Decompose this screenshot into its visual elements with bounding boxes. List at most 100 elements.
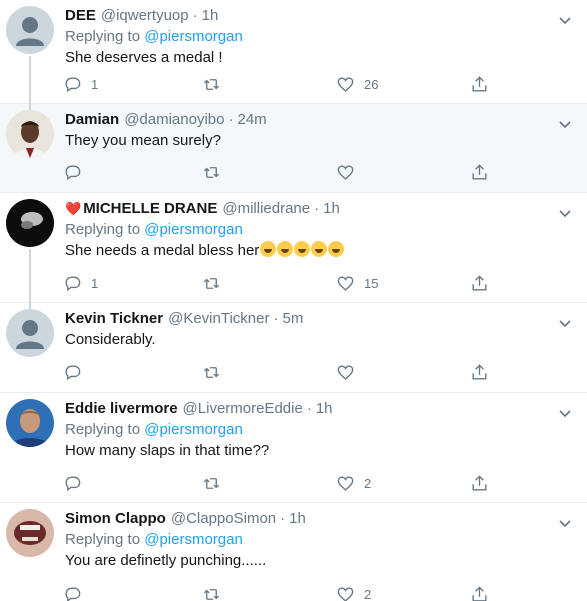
chevron-down-icon[interactable] <box>557 515 573 531</box>
display-name[interactable]: MICHELLE DRANE <box>83 199 217 219</box>
tweet-text: How many slaps in that time?? <box>65 442 270 459</box>
share-icon <box>472 164 487 180</box>
separator-dot: · <box>280 510 286 527</box>
retweet-button[interactable] <box>202 163 230 182</box>
like-button[interactable]: 15 <box>336 274 378 293</box>
reply-icon <box>65 365 81 381</box>
laughing-emoji-row <box>259 241 345 259</box>
display-name[interactable]: Damian <box>65 110 119 130</box>
mention-link[interactable]: @piersmorgan <box>144 421 243 438</box>
retweet-icon <box>203 367 220 378</box>
tweet-text: She deserves a medal ! <box>65 49 223 66</box>
user-handle[interactable]: @ClappoSimon <box>171 509 276 529</box>
name-heart-emoji: ❤️ <box>65 201 82 216</box>
like-button[interactable]: 26 <box>336 75 378 94</box>
share-button[interactable] <box>470 274 489 293</box>
reply-button[interactable] <box>63 363 91 382</box>
reply-button[interactable]: 1 <box>63 274 98 293</box>
like-button[interactable] <box>336 363 364 382</box>
tweet-text: Considerably. <box>65 331 156 348</box>
retweet-button[interactable] <box>202 474 230 493</box>
tweet-michelle[interactable]: ❤️ MICHELLE DRANE @milliedrane · 1h Repl… <box>0 193 587 303</box>
thread-line <box>29 249 31 303</box>
retweet-icon <box>203 79 220 90</box>
user-handle[interactable]: @LivermoreEddie <box>183 399 303 419</box>
tweet-damian[interactable]: Damian @damianoyibo · 24m They you mean … <box>0 104 587 193</box>
avatar-michelle[interactable] <box>6 199 54 247</box>
tweet-eddie[interactable]: Eddie livermore @LivermoreEddie · 1h Rep… <box>0 393 587 503</box>
chevron-down-icon[interactable] <box>557 116 573 132</box>
timestamp[interactable]: 1h <box>316 399 333 419</box>
reply-count: 1 <box>91 77 99 92</box>
avatar-simon[interactable] <box>6 509 54 557</box>
timestamp[interactable]: 24m <box>237 110 266 130</box>
user-handle[interactable]: @iqwertyuop <box>101 6 189 26</box>
retweet-icon <box>203 478 220 489</box>
reply-icon <box>65 587 81 601</box>
tweet-dee[interactable]: DEE @iqwertyuop · 1h Replying to @piersm… <box>0 0 587 104</box>
separator-dot: · <box>306 400 312 417</box>
chevron-down-icon[interactable] <box>557 315 573 331</box>
display-name[interactable]: Eddie livermore <box>65 399 178 419</box>
share-button[interactable] <box>470 585 489 601</box>
share-button[interactable] <box>470 75 489 94</box>
retweet-icon <box>203 278 220 289</box>
heart-icon <box>337 587 354 601</box>
separator-dot: · <box>192 7 198 24</box>
user-handle[interactable]: @damianoyibo <box>124 110 224 130</box>
reply-button[interactable] <box>63 163 91 182</box>
avatar-default[interactable] <box>6 6 54 54</box>
retweet-button[interactable] <box>202 274 230 293</box>
share-icon <box>472 364 487 380</box>
mention-link[interactable]: @piersmorgan <box>144 221 243 238</box>
chevron-down-icon[interactable] <box>557 205 573 221</box>
like-button[interactable] <box>336 163 364 182</box>
retweet-button[interactable] <box>202 363 230 382</box>
reply-icon <box>65 276 81 292</box>
timestamp[interactable]: 1h <box>202 6 219 26</box>
avatar-eddie[interactable] <box>6 399 54 447</box>
tweet-text: She needs a medal bless her <box>65 242 260 259</box>
chevron-down-icon[interactable] <box>557 405 573 421</box>
display-name[interactable]: Kevin Tickner <box>65 309 163 329</box>
reply-icon <box>65 77 81 93</box>
like-count: 26 <box>364 77 379 92</box>
separator-dot: · <box>273 310 279 327</box>
reply-count: 1 <box>91 276 99 291</box>
tweet-text: They you mean surely? <box>65 132 221 149</box>
replying-to-label: Replying to <box>65 221 141 238</box>
retweet-button[interactable] <box>202 585 230 601</box>
share-icon <box>472 275 487 291</box>
user-handle[interactable]: @milliedrane <box>222 199 310 219</box>
mention-link[interactable]: @piersmorgan <box>144 28 243 45</box>
display-name[interactable]: DEE <box>65 6 96 26</box>
like-count: 15 <box>364 276 379 291</box>
tweet-text: You are definetly punching...... <box>65 552 267 569</box>
like-button[interactable]: 2 <box>336 474 371 493</box>
retweet-icon <box>203 589 220 600</box>
display-name[interactable]: Simon Clappo <box>65 509 166 529</box>
timestamp[interactable]: 5m <box>282 309 303 329</box>
timestamp[interactable]: 1h <box>323 199 340 219</box>
chevron-down-icon[interactable] <box>557 12 573 28</box>
avatar-default[interactable] <box>6 309 54 357</box>
tweet-kevin[interactable]: Kevin Tickner @KevinTickner · 5m Conside… <box>0 303 587 393</box>
replying-to-label: Replying to <box>65 421 141 438</box>
reply-button[interactable] <box>63 585 91 601</box>
tweet-simon[interactable]: Simon Clappo @ClappoSimon · 1h Replying … <box>0 503 587 601</box>
reply-thread: DEE @iqwertyuop · 1h Replying to @piersm… <box>0 0 587 601</box>
timestamp[interactable]: 1h <box>289 509 306 529</box>
reply-button[interactable] <box>63 474 91 493</box>
share-button[interactable] <box>470 474 489 493</box>
retweet-icon <box>203 167 220 178</box>
share-button[interactable] <box>470 363 489 382</box>
share-button[interactable] <box>470 163 489 182</box>
mention-link[interactable]: @piersmorgan <box>144 531 243 548</box>
heart-icon <box>337 165 354 180</box>
user-handle[interactable]: @KevinTickner <box>168 309 269 329</box>
reply-button[interactable]: 1 <box>63 75 98 94</box>
reply-icon <box>65 165 81 181</box>
like-button[interactable]: 2 <box>336 585 371 601</box>
retweet-button[interactable] <box>202 75 230 94</box>
avatar-damian[interactable] <box>6 110 54 158</box>
